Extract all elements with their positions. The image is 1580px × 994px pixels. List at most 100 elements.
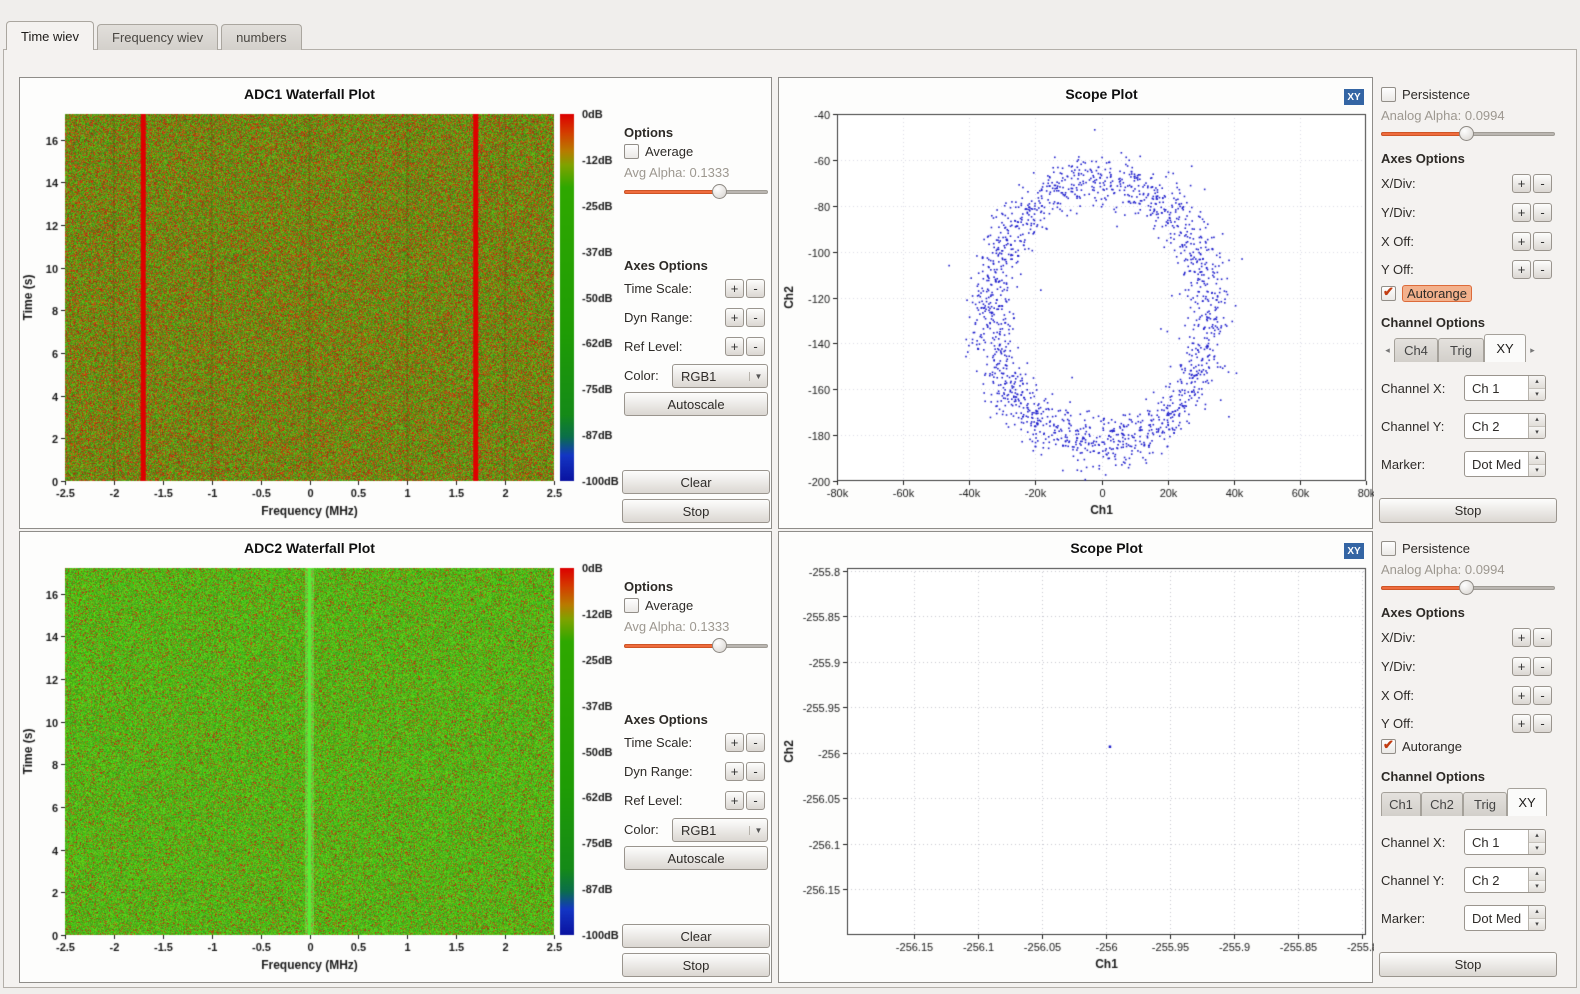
channel-y-label: Channel Y: — [1381, 419, 1444, 434]
autorange-row[interactable]: Autorange — [1381, 285, 1472, 302]
ydiv-minus-button[interactable]: - — [1533, 657, 1552, 676]
axes-options-header: Axes Options — [1381, 605, 1465, 620]
avg-alpha-slider[interactable] — [624, 638, 768, 654]
average-checkbox[interactable] — [624, 598, 639, 613]
persistence-checkbox[interactable] — [1381, 541, 1396, 556]
spin-down-icon[interactable]: ▾ — [1529, 465, 1545, 477]
color-dropdown[interactable]: RGB1 ▼ — [672, 818, 768, 842]
spin-up-icon[interactable]: ▴ — [1529, 830, 1545, 843]
ref-level-plus-button[interactable]: + — [725, 337, 744, 356]
slider-fill — [624, 644, 719, 648]
xoff-plus-button[interactable]: + — [1512, 686, 1531, 705]
autoscale-button[interactable]: Autoscale — [624, 846, 768, 870]
channel-tab-trig[interactable]: Trig — [1438, 338, 1484, 362]
autoscale-button[interactable]: Autoscale — [624, 392, 768, 416]
spin-up-icon[interactable]: ▴ — [1529, 376, 1545, 389]
spin-down-icon[interactable]: ▾ — [1529, 427, 1545, 439]
yoff-plus-button[interactable]: + — [1512, 714, 1531, 733]
persistence-label: Persistence — [1402, 541, 1470, 556]
persistence-row[interactable]: Persistence — [1381, 87, 1470, 102]
slider-handle[interactable] — [1459, 580, 1474, 595]
yoff-plus-button[interactable]: + — [1512, 260, 1531, 279]
ydiv-plus-button[interactable]: + — [1512, 203, 1531, 222]
xdiv-minus-button[interactable]: - — [1533, 628, 1552, 647]
ref-level-minus-button[interactable]: - — [746, 337, 765, 356]
dyn-range-minus-button[interactable]: - — [746, 308, 765, 327]
clear-button[interactable]: Clear — [622, 924, 770, 948]
ydiv-minus-button[interactable]: - — [1533, 203, 1552, 222]
scope2-sidebar: Persistence Analog Alpha: 0.0994 Axes Op… — [1379, 535, 1557, 983]
time-scale-plus-button[interactable]: + — [725, 279, 744, 298]
xdiv-plus-button[interactable]: + — [1512, 174, 1531, 193]
channel-y-spinbox[interactable]: Ch 2 ▴ ▾ — [1464, 413, 1546, 439]
time-scale-minus-button[interactable]: - — [746, 279, 765, 298]
spin-arrows: ▴ ▾ — [1528, 906, 1545, 930]
marker-spinbox[interactable]: Dot Med ▴ ▾ — [1464, 451, 1546, 477]
slider-handle[interactable] — [712, 184, 727, 199]
color-dropdown[interactable]: RGB1 ▼ — [672, 364, 768, 388]
options-header: Options — [624, 125, 673, 140]
time-scale-label: Time Scale: — [624, 281, 692, 296]
stop-button[interactable]: Stop — [1379, 498, 1557, 523]
spin-down-icon[interactable]: ▾ — [1529, 919, 1545, 931]
persistence-checkbox[interactable] — [1381, 87, 1396, 102]
dyn-range-plus-button[interactable]: + — [725, 308, 744, 327]
channel-tab-ch1[interactable]: Ch1 — [1381, 792, 1421, 816]
dyn-range-minus-button[interactable]: - — [746, 762, 765, 781]
spin-up-icon[interactable]: ▴ — [1529, 452, 1545, 465]
yoff-minus-button[interactable]: - — [1533, 714, 1552, 733]
channel-tabs: Ch1 Ch2 Trig XY — [1381, 788, 1555, 816]
tab-scroll-right-icon[interactable]: ▸ — [1526, 338, 1539, 362]
spin-down-icon[interactable]: ▾ — [1529, 389, 1545, 401]
spin-up-icon[interactable]: ▴ — [1529, 414, 1545, 427]
analog-alpha-slider[interactable] — [1381, 580, 1555, 596]
yoff-minus-button[interactable]: - — [1533, 260, 1552, 279]
spin-down-icon[interactable]: ▾ — [1529, 843, 1545, 855]
time-scale-minus-button[interactable]: - — [746, 733, 765, 752]
xdiv-minus-button[interactable]: - — [1533, 174, 1552, 193]
average-row[interactable]: Average — [624, 144, 693, 159]
autorange-checkbox[interactable] — [1381, 739, 1396, 754]
spin-up-icon[interactable]: ▴ — [1529, 868, 1545, 881]
spin-up-icon[interactable]: ▴ — [1529, 906, 1545, 919]
autorange-row[interactable]: Autorange — [1381, 739, 1462, 754]
channel-y-spinbox[interactable]: Ch 2 ▴ ▾ — [1464, 867, 1546, 893]
channel-tab-xy[interactable]: XY — [1484, 334, 1526, 362]
xoff-plus-button[interactable]: + — [1512, 232, 1531, 251]
time-scale-plus-button[interactable]: + — [725, 733, 744, 752]
persistence-row[interactable]: Persistence — [1381, 541, 1470, 556]
channel-x-spinbox[interactable]: Ch 1 ▴ ▾ — [1464, 375, 1546, 401]
channel-tab-ch4[interactable]: Ch4 — [1394, 338, 1438, 362]
average-checkbox[interactable] — [624, 144, 639, 159]
spin-down-icon[interactable]: ▾ — [1529, 881, 1545, 893]
xdiv-plus-button[interactable]: + — [1512, 628, 1531, 647]
slider-handle[interactable] — [712, 638, 727, 653]
marker-spinbox[interactable]: Dot Med ▴ ▾ — [1464, 905, 1546, 931]
channel-tab-trig[interactable]: Trig — [1463, 792, 1507, 816]
avg-alpha-slider[interactable] — [624, 184, 768, 200]
ref-level-plus-button[interactable]: + — [725, 791, 744, 810]
tab-scroll-left-icon[interactable]: ◂ — [1381, 338, 1394, 362]
stop-button[interactable]: Stop — [622, 499, 770, 523]
xoff-minus-button[interactable]: - — [1533, 232, 1552, 251]
stop-button[interactable]: Stop — [1379, 952, 1557, 977]
autorange-checkbox[interactable] — [1381, 286, 1396, 301]
dyn-range-plus-button[interactable]: + — [725, 762, 744, 781]
channel-x-spinbox[interactable]: Ch 1 ▴ ▾ — [1464, 829, 1546, 855]
ydiv-plus-button[interactable]: + — [1512, 657, 1531, 676]
clear-button[interactable]: Clear — [622, 470, 770, 494]
scope2-panel: Scope Plot XY — [778, 531, 1373, 983]
stop-button[interactable]: Stop — [622, 953, 770, 977]
ref-level-minus-button[interactable]: - — [746, 791, 765, 810]
average-row[interactable]: Average — [624, 598, 693, 613]
tab-numbers[interactable]: numbers — [221, 24, 302, 50]
tab-frequency-view[interactable]: Frequency wiev — [97, 24, 218, 50]
tab-time-view[interactable]: Time wiev — [6, 21, 94, 50]
channel-tab-ch2[interactable]: Ch2 — [1421, 792, 1463, 816]
channel-options-header: Channel Options — [1381, 769, 1485, 784]
analog-alpha-slider[interactable] — [1381, 126, 1555, 142]
slider-handle[interactable] — [1459, 126, 1474, 141]
xoff-minus-button[interactable]: - — [1533, 686, 1552, 705]
ydiv-label: Y/Div: — [1381, 205, 1416, 220]
channel-tab-xy[interactable]: XY — [1507, 788, 1547, 816]
